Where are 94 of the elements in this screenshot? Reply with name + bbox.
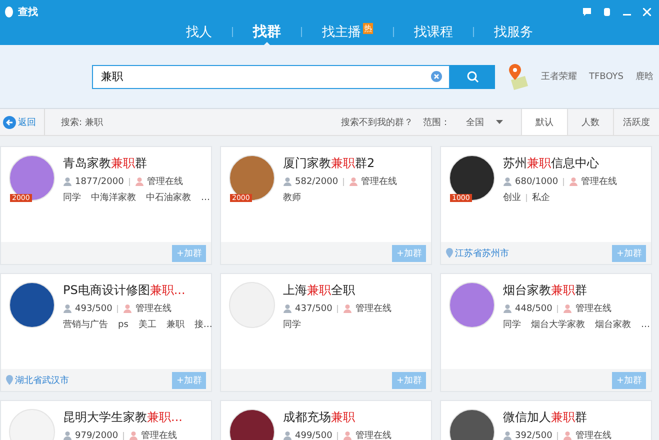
member-count: 680/1000 [515, 176, 558, 186]
member-count: 582/2000 [295, 176, 338, 186]
admin-status: 管理在线 [135, 302, 172, 315]
admin-status: 管理在线 [575, 430, 612, 440]
group-tag: 创业 [503, 191, 521, 204]
admin-status: 管理在线 [355, 430, 392, 440]
range-label: 范围： [423, 116, 450, 128]
window-title: 查找 [18, 6, 38, 18]
admin-icon [349, 177, 358, 186]
member-count: 1877/2000 [75, 176, 124, 186]
group-card[interactable]: 昆明大学生家教兼职... 979/2000 管理在线 [0, 400, 212, 440]
sort-tab[interactable]: 默认 [521, 109, 567, 135]
member-count: 499/500 [295, 430, 332, 440]
group-name[interactable]: 青岛家教兼职群 [63, 155, 203, 172]
group-tag: 教师 [283, 191, 301, 204]
group-name[interactable]: 昆明大学生家教兼职... [63, 409, 182, 426]
group-tag: 营销与广告 [63, 318, 108, 331]
sort-tab[interactable]: 活跃度 [613, 109, 659, 135]
admin-status: 管理在线 [355, 302, 392, 315]
members-icon [283, 431, 292, 440]
members-icon [63, 431, 72, 440]
group-tag: … [201, 192, 210, 202]
not-found-link[interactable]: 搜索不到我的群？ [341, 116, 413, 128]
clear-icon[interactable] [431, 70, 442, 82]
group-card[interactable]: PS电商设计修图兼职... 493/500 管理在线 营销与广告 ps 美工 兼职 接… 湖北省武汉市 +加群 [0, 273, 212, 392]
group-name[interactable]: 成都充场兼职 [283, 409, 392, 426]
group-tag: … [641, 320, 650, 330]
group-name[interactable]: 厦门家教兼职群2 [283, 155, 398, 172]
admin-status: 管理在线 [146, 176, 183, 188]
members-icon [283, 304, 292, 313]
group-tag: 中海洋家教 [91, 191, 136, 204]
group-tag: 中石油家教 [146, 191, 191, 204]
admin-icon [134, 177, 144, 186]
group-name[interactable]: 烟台家教兼职群 [503, 282, 643, 299]
group-tag: 烟台家教 [595, 318, 631, 331]
admin-status: 管理在线 [581, 176, 618, 188]
range-dropdown[interactable]: 全国 [460, 114, 509, 130]
member-count: 979/2000 [75, 430, 118, 440]
sort-tab[interactable]: 人数 [567, 109, 613, 135]
admin-status: 管理在线 [575, 302, 612, 315]
group-card[interactable]: 上海兼职全职 437/500 管理在线 同学 +加群 [220, 273, 432, 392]
group-card[interactable]: 成都充场兼职 499/500 管理在线 [220, 400, 432, 440]
admin-icon [123, 304, 132, 313]
search-field[interactable]: 兼职 [92, 64, 450, 88]
group-card[interactable]: 烟台家教兼职群 448/500 管理在线 同学 烟台大学家教 烟台家教 … +加群 [440, 273, 652, 392]
search-query-label: 搜索: 兼职 [61, 116, 103, 128]
admin-status: 管理在线 [141, 430, 178, 440]
member-count: 493/500 [75, 304, 112, 314]
group-tag: 同学 [503, 318, 521, 331]
back-button[interactable]: 返回 [0, 109, 45, 135]
admin-icon [129, 431, 138, 440]
admin-icon [569, 177, 578, 186]
search-button[interactable] [450, 64, 495, 88]
hot-keyword-link[interactable]: 鹿晗 [636, 70, 654, 83]
location-link[interactable]: 湖北省武汉市 [15, 374, 69, 386]
admin-icon [563, 304, 572, 313]
members-icon [283, 177, 292, 186]
member-count: 437/500 [295, 304, 332, 314]
map-pin-icon[interactable] [507, 64, 529, 90]
admin-icon [343, 431, 352, 440]
members-icon [503, 177, 512, 186]
members-icon [503, 304, 512, 313]
admin-icon [343, 304, 352, 313]
close-icon[interactable] [643, 8, 651, 16]
group-name[interactable]: 苏州兼职信息中心 [503, 155, 618, 172]
group-tag: ps [118, 320, 128, 330]
caret-icon [496, 120, 503, 124]
group-tag: 私企 [532, 191, 550, 204]
location-link[interactable]: 江苏省苏州市 [455, 246, 509, 260]
group-name[interactable]: PS电商设计修图兼职... [63, 282, 203, 299]
admin-status: 管理在线 [361, 176, 398, 188]
admin-icon [563, 431, 572, 440]
group-tag: 同学 [283, 318, 301, 331]
members-icon [503, 431, 512, 440]
search-icon [466, 70, 478, 82]
back-arrow-icon [3, 116, 16, 128]
hot-keyword-link[interactable]: TFBOYS [589, 72, 624, 82]
location-pin-icon [6, 375, 13, 385]
members-icon [63, 177, 72, 186]
group-tag: 同学 [63, 191, 81, 204]
member-count: 448/500 [515, 304, 552, 314]
group-name[interactable]: 上海兼职全职 [283, 282, 392, 299]
members-icon [63, 304, 72, 313]
group-tag: 烟台大学家教 [531, 318, 585, 331]
hot-badge: 热 [363, 22, 373, 34]
group-tag: 接… [194, 318, 212, 331]
hot-keyword-link[interactable]: 王者荣耀 [541, 70, 577, 83]
group-name[interactable]: 微信加人兼职群 [503, 409, 612, 426]
feedback-icon[interactable] [583, 8, 591, 16]
group-tag: 美工 [138, 318, 156, 331]
group-card[interactable]: 微信加人兼职群 392/500 管理在线 [440, 400, 652, 440]
member-count: 392/500 [515, 430, 552, 440]
group-tag: 兼职 [166, 318, 184, 331]
location-pin-icon [446, 248, 453, 258]
